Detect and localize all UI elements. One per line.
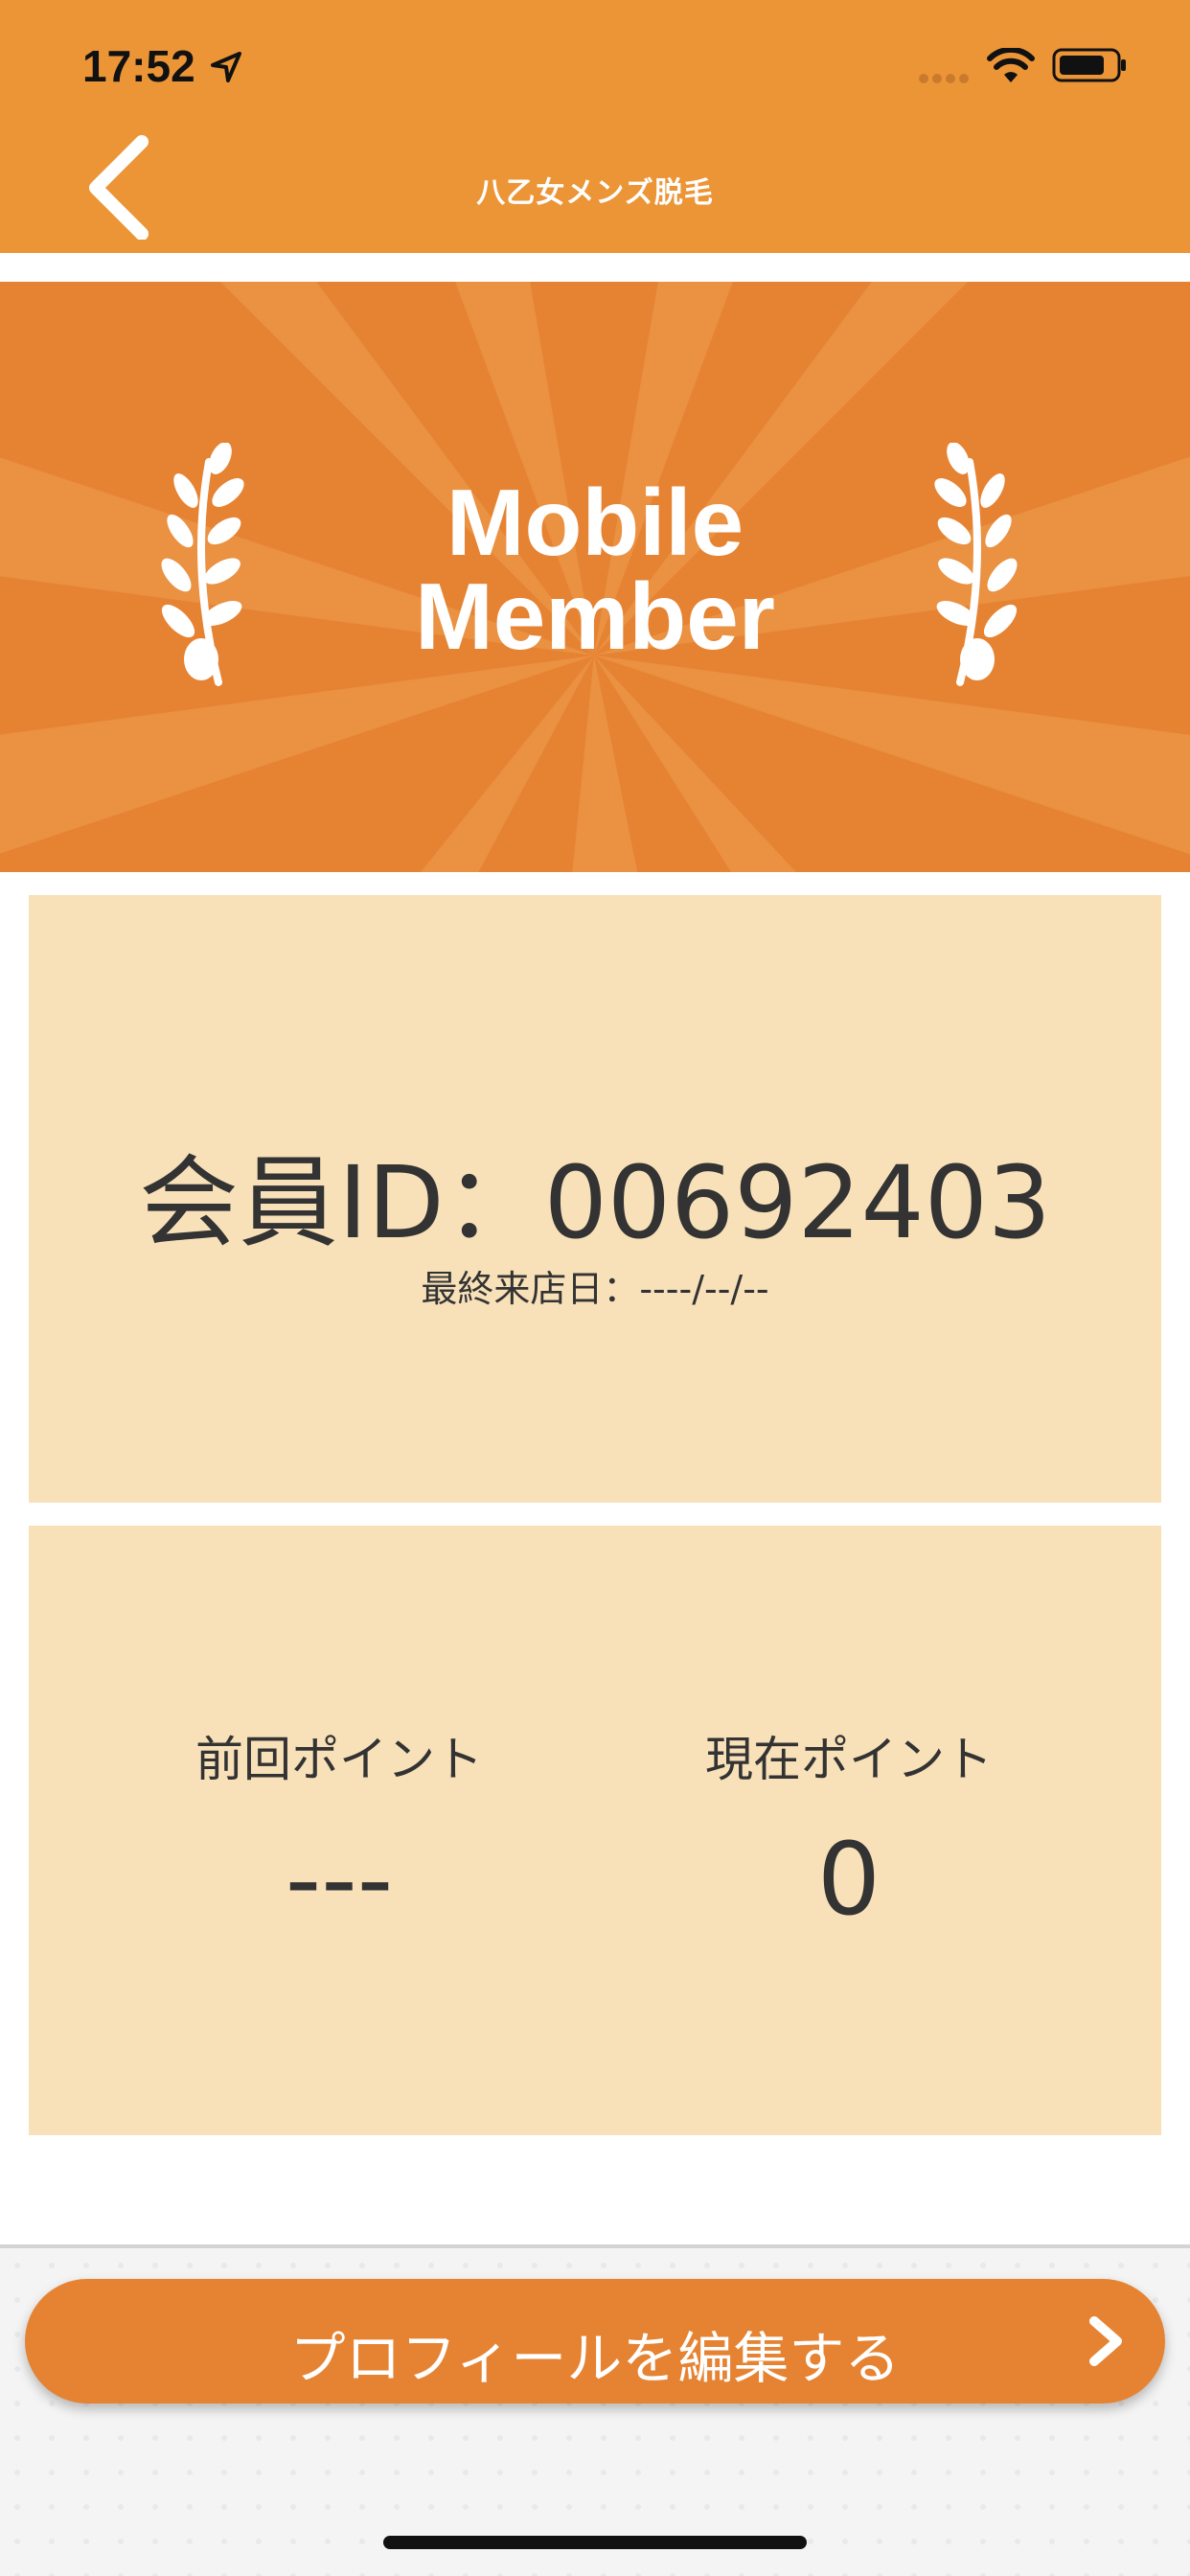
previous-points-label: 前回ポイント: [195, 1732, 483, 1787]
chevron-right-icon: [1089, 2316, 1122, 2366]
edit-profile-label: プロフィールを編集する: [289, 2326, 901, 2391]
hero-title: Mobile Member: [0, 475, 1190, 663]
header-bar: 17:52 八乙女メンズ脱毛: [0, 0, 1190, 253]
last-visit-value: ----/--/--: [639, 1268, 769, 1310]
location-arrow-icon: [211, 52, 241, 82]
current-points-value: 0: [816, 1821, 881, 1938]
home-indicator[interactable]: [383, 2536, 807, 2549]
hero-title-line1: Mobile: [446, 470, 744, 575]
hero-title-line2: Member: [415, 564, 775, 669]
member-id-label: 会員ID：: [138, 1144, 544, 1261]
last-visit: 最終来店日：----/--/--: [29, 1259, 1161, 1312]
battery-icon: [1052, 48, 1126, 82]
member-id: 会員ID：00692403: [29, 1121, 1161, 1266]
member-id-value: 00692403: [543, 1144, 1052, 1261]
current-points-label: 現在ポイント: [705, 1732, 993, 1787]
status-time: 17:52: [82, 41, 195, 91]
signal-dots-icon: [919, 74, 969, 83]
edit-profile-button[interactable]: プロフィールを編集する: [25, 2279, 1165, 2404]
wifi-icon: [987, 48, 1035, 82]
previous-points-value: ---: [285, 1821, 394, 1938]
page-title: 八乙女メンズ脱毛: [476, 176, 714, 210]
last-visit-label: 最終来店日：: [421, 1268, 640, 1310]
